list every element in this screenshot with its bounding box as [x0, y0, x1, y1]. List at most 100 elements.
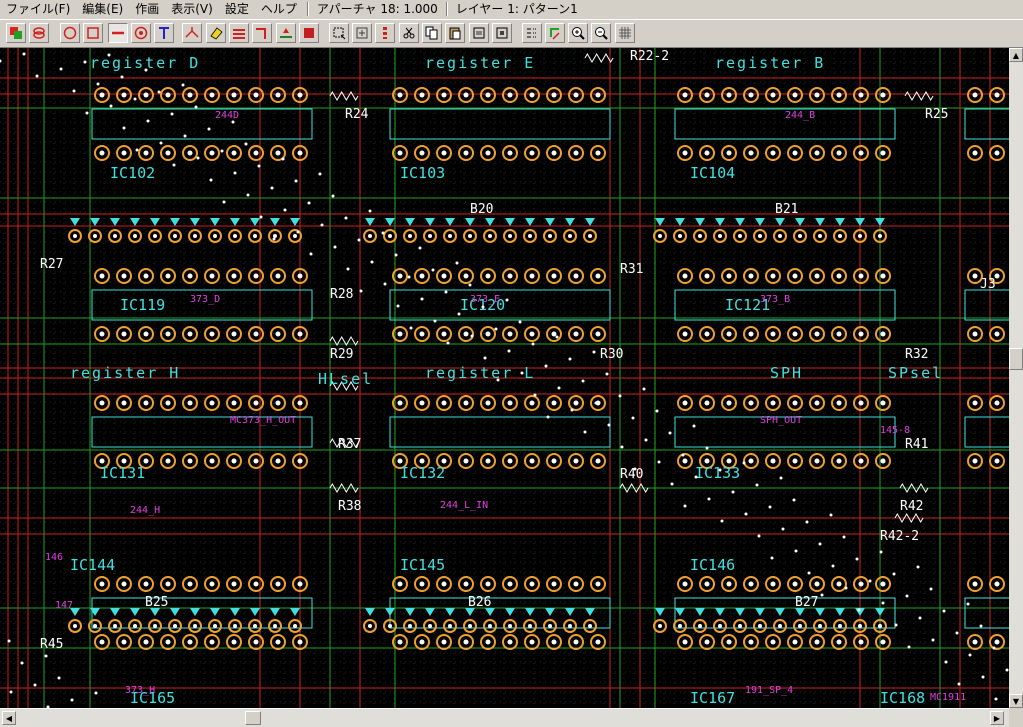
menu-bar: ファイル(F) 編集(E) 作画 表示(V) 設定 ヘルプ アパーチャ 18: … [0, 0, 1023, 18]
ic-label: IC146 [690, 556, 735, 574]
via-icon[interactable] [276, 23, 296, 43]
net-label: 373_H [125, 685, 155, 696]
resistor-label: R30 [600, 347, 623, 362]
ic-label: IC144 [70, 556, 115, 574]
net-label: 244D [215, 110, 239, 121]
resistor-label: B26 [468, 595, 491, 610]
scroll-up-button[interactable]: ▲ [1009, 48, 1023, 62]
move-icon[interactable] [352, 23, 372, 43]
resistor-label: R40 [620, 467, 643, 482]
horizontal-scroll-thumb[interactable] [245, 711, 261, 725]
resistor-label: B20 [470, 202, 493, 217]
eraser-icon[interactable] [206, 23, 226, 43]
resistor-label: B27 [795, 595, 818, 610]
net-label: 244_H [130, 505, 160, 516]
net-label: 145-8 [880, 425, 910, 436]
menu-file[interactable]: ファイル(F) [0, 0, 76, 18]
layer-status: レイヤー 1: パターン1 [455, 2, 578, 16]
horizontal-scrollbar[interactable]: ◀ ▶ [0, 708, 1009, 727]
section-label: register L [425, 364, 535, 382]
mirror-icon[interactable] [522, 23, 542, 43]
ic-label: IC119 [120, 296, 165, 314]
vertical-scroll-thumb[interactable] [1009, 348, 1023, 370]
pcb-canvas[interactable]: register Dregister Eregister Bregister H… [0, 48, 1009, 708]
menu-help[interactable]: ヘルプ [255, 0, 303, 18]
resistor-label: J3 [980, 277, 996, 292]
resistor-label: R27 [40, 257, 63, 272]
resistor-label: R32 [905, 347, 928, 362]
line-icon[interactable] [108, 23, 128, 43]
menu-view[interactable]: 表示(V) [165, 0, 219, 18]
scroll-down-button[interactable]: ▼ [1009, 694, 1023, 708]
resistor-label: R25 [925, 107, 948, 122]
resistor-label: R42-2 [880, 529, 919, 544]
section-label: register E [425, 54, 535, 72]
junction-icon[interactable] [182, 23, 202, 43]
menu-edit[interactable]: 編集(E) [76, 0, 129, 18]
net-label: 146 [45, 552, 63, 563]
rectangle-icon[interactable] [83, 23, 103, 43]
ic-label: IC131 [100, 464, 145, 482]
resistor-label: R45 [40, 637, 63, 652]
resistor-label: R22-2 [630, 49, 669, 64]
paste-icon[interactable] [445, 23, 465, 43]
net-label: 244_B [785, 110, 815, 121]
menu-separator [445, 2, 448, 16]
resistor-label: B21 [775, 202, 798, 217]
scroll-right-button[interactable]: ▶ [990, 711, 1004, 725]
ic-label: IC103 [400, 164, 445, 182]
align-icon[interactable] [375, 23, 395, 43]
net-label: SPH_OUT [760, 415, 802, 426]
menu-draw[interactable]: 作画 [129, 0, 165, 18]
select-area-icon[interactable] [329, 23, 349, 43]
menu-separator [306, 2, 309, 16]
zoom-out-icon[interactable] [591, 23, 611, 43]
layer-color-icon[interactable] [6, 23, 26, 43]
net-label: MC1911 [930, 692, 966, 703]
scroll-left-button[interactable]: ◀ [2, 711, 16, 725]
fill-area-icon[interactable] [299, 23, 319, 43]
resistor-label: R42 [900, 499, 923, 514]
pad-stack-icon[interactable] [29, 23, 49, 43]
net-label: MC373_H_OUT [230, 415, 296, 426]
ic-label: IC132 [400, 464, 445, 482]
resistor-label: R41 [905, 437, 928, 452]
net-label: 373_D [190, 294, 220, 305]
section-label: HLsel [318, 370, 373, 388]
pcb-drawing: register Dregister Eregister Bregister H… [0, 48, 1009, 708]
zoom-in-icon[interactable] [568, 23, 588, 43]
net-label: 244_L_IN [440, 500, 488, 511]
text-tool-icon[interactable] [154, 23, 174, 43]
ic-label: IC145 [400, 556, 445, 574]
scrollbar-corner [1009, 708, 1023, 727]
toolbar [0, 19, 1023, 48]
circle-icon[interactable] [60, 23, 80, 43]
net-label: 373_E [470, 294, 500, 305]
net-label: 373_B [760, 294, 790, 305]
section-label: register B [715, 54, 825, 72]
grid-icon[interactable] [615, 23, 635, 43]
resistor-label: R37 [338, 437, 361, 452]
ic-label: IC133 [695, 464, 740, 482]
rotate-icon[interactable] [545, 23, 565, 43]
menu-settings[interactable]: 設定 [219, 0, 255, 18]
copy-icon[interactable] [422, 23, 442, 43]
section-label: SPsel [888, 364, 943, 382]
net-label: 191_SP_4 [745, 685, 793, 696]
ungroup-icon[interactable] [492, 23, 512, 43]
ic-label: IC168 [880, 689, 925, 707]
group-icon[interactable] [469, 23, 489, 43]
cut-icon[interactable] [399, 23, 419, 43]
aperture-status: アパーチャ 18: 1.000 [316, 2, 438, 16]
ic-label: IC104 [690, 164, 735, 182]
target-pad-icon[interactable] [131, 23, 151, 43]
bus-icon[interactable] [229, 23, 249, 43]
section-label: SPH [770, 364, 803, 382]
resistor-label: R31 [620, 262, 643, 277]
corner-icon[interactable] [252, 23, 272, 43]
resistor-label: B25 [145, 595, 168, 610]
net-label: 147 [55, 600, 73, 611]
ic-label: IC167 [690, 689, 735, 707]
resistor-label: R29 [330, 347, 353, 362]
vertical-scrollbar[interactable]: ▲ ▼ [1009, 48, 1023, 708]
